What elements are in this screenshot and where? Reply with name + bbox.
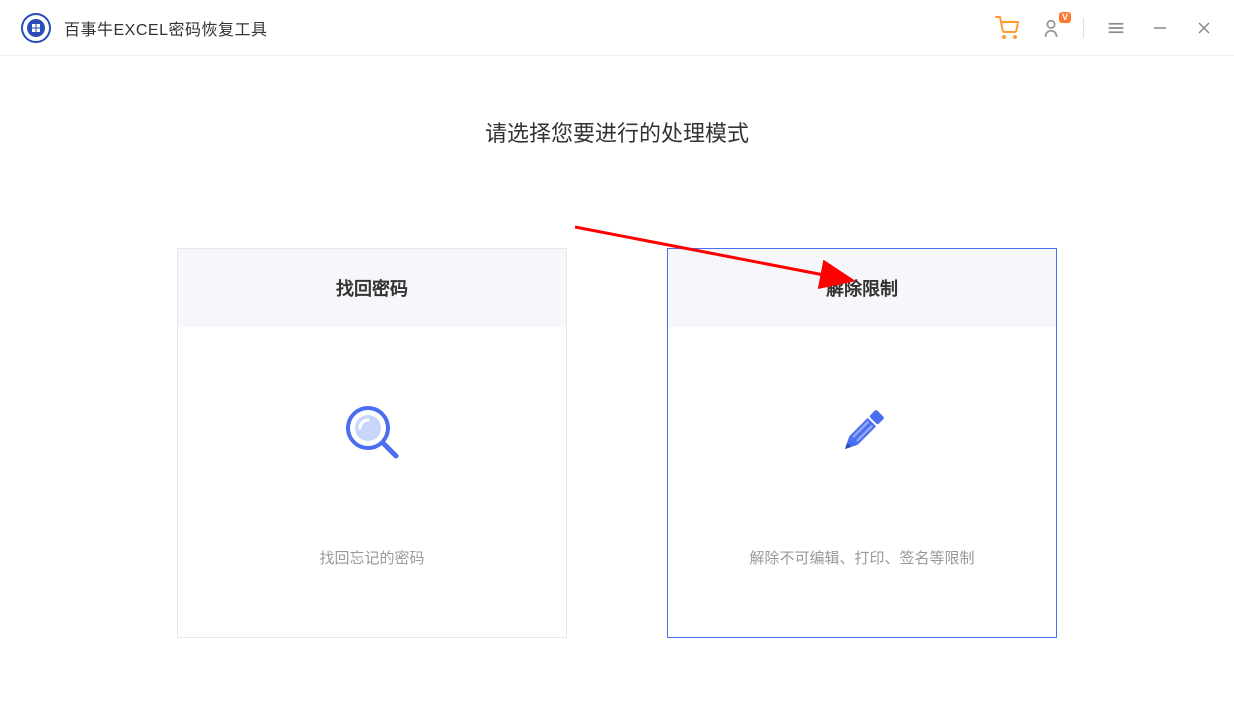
card-body: 找回忘记的密码 (178, 327, 566, 637)
cart-icon[interactable] (995, 16, 1019, 40)
mode-cards: 找回密码 找回忘记的密码 解除限制 (0, 248, 1234, 638)
minimize-icon[interactable] (1148, 16, 1172, 40)
user-badge: V (1059, 12, 1071, 23)
card-desc: 解除不可编辑、打印、签名等限制 (749, 547, 974, 568)
app-title: 百事牛EXCEL密码恢复工具 (64, 16, 267, 40)
close-icon[interactable] (1192, 16, 1216, 40)
card-title: 找回密码 (178, 249, 566, 327)
pencil-icon (827, 397, 897, 467)
magnifier-icon (337, 397, 407, 467)
app-logo (20, 12, 52, 44)
titlebar-right: V (995, 16, 1216, 40)
card-recover-password[interactable]: 找回密码 找回忘记的密码 (177, 248, 567, 638)
page-heading: 请选择您要进行的处理模式 (0, 116, 1234, 148)
titlebar-divider (1083, 18, 1084, 38)
main-content: 请选择您要进行的处理模式 找回密码 找回忘记的密码 解除限制 (0, 56, 1234, 638)
card-title: 解除限制 (668, 249, 1056, 327)
card-remove-restriction[interactable]: 解除限制 解除不可编辑、打印、签名等限制 (667, 248, 1057, 638)
menu-icon[interactable] (1104, 16, 1128, 40)
card-body: 解除不可编辑、打印、签名等限制 (668, 327, 1056, 637)
titlebar: 百事牛EXCEL密码恢复工具 V (0, 0, 1234, 56)
titlebar-left: 百事牛EXCEL密码恢复工具 (20, 12, 267, 44)
card-desc: 找回忘记的密码 (319, 547, 424, 568)
user-icon[interactable]: V (1039, 16, 1063, 40)
